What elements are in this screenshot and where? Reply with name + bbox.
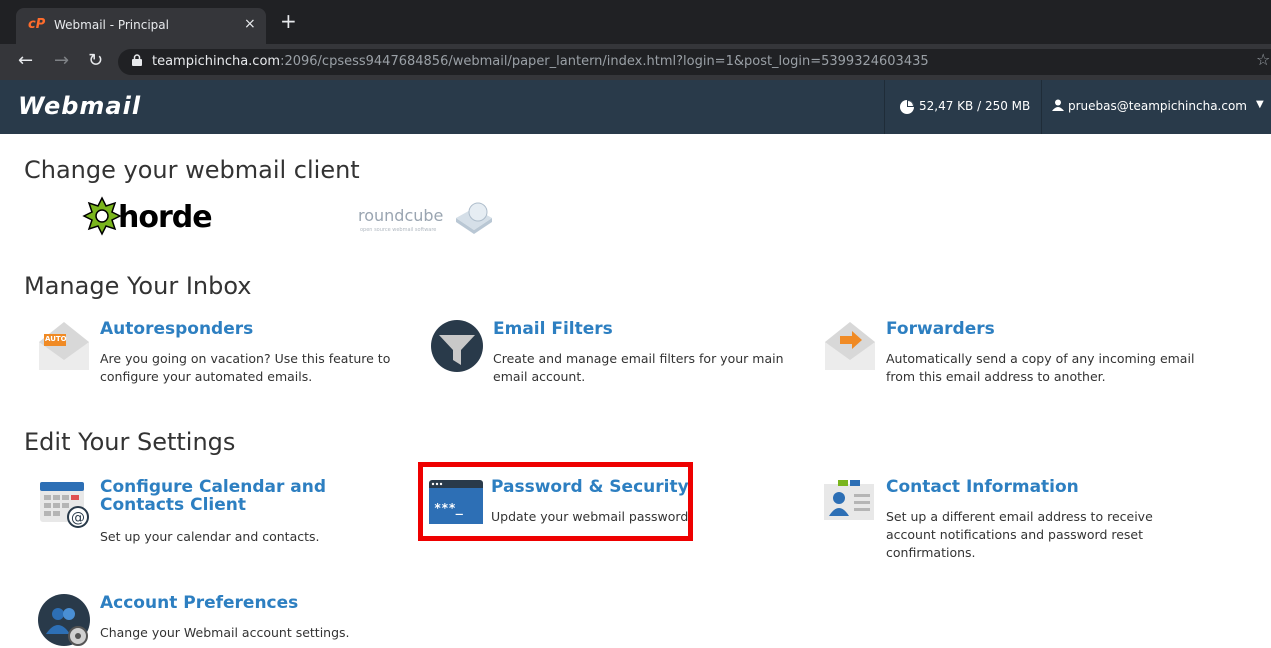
- forward-envelope-icon: [825, 322, 875, 370]
- roundcube-logo-text[interactable]: roundcube: [358, 206, 443, 225]
- section-title-edit-settings: Edit Your Settings: [24, 428, 236, 456]
- user-menu[interactable]: pruebas@teampichincha.com: [1052, 99, 1247, 113]
- auto-badge: AUTO: [45, 335, 67, 343]
- calendar-at-icon: @: [40, 482, 89, 528]
- section-title-change-client: Change your webmail client: [24, 156, 360, 184]
- users-gear-icon: [38, 594, 90, 646]
- webmail-header: Webmail 52,47 KB / 250 MB pruebas@teampi…: [0, 80, 1271, 134]
- autoresponders-link[interactable]: Autoresponders: [100, 320, 253, 338]
- account-preferences-item[interactable]: Account Preferences Change your Webmail …: [38, 594, 418, 648]
- browser-tab-strip: cP Webmail - Principal × +: [0, 0, 1271, 44]
- section-title-manage-inbox: Manage Your Inbox: [24, 272, 252, 300]
- star-icon[interactable]: ☆: [1256, 50, 1270, 69]
- pie-chart-icon: [900, 100, 914, 114]
- chevron-down-icon[interactable]: ▼: [1256, 99, 1264, 110]
- url-text: teampichincha.com:2096/cpsess9447684856/…: [152, 54, 929, 69]
- email-filters-desc: Create and manage email filters for your…: [493, 351, 784, 384]
- browser-tab[interactable]: cP Webmail - Principal ×: [16, 8, 266, 44]
- disk-quota[interactable]: 52,47 KB / 250 MB: [884, 80, 1042, 134]
- tab-close-icon[interactable]: ×: [244, 16, 256, 32]
- address-bar[interactable]: teampichincha.com:2096/cpsess9447684856/…: [118, 49, 1271, 75]
- url-path: :2096/cpsess9447684856/webmail/paper_lan…: [280, 54, 929, 69]
- roundcube-logo-icon[interactable]: [454, 200, 494, 234]
- url-host: teampichincha.com: [152, 54, 281, 69]
- horde-logo-text[interactable]: horde: [118, 200, 213, 235]
- tab-title: Webmail - Principal: [54, 18, 169, 32]
- calendar-contacts-desc: Set up your calendar and contacts.: [100, 529, 320, 544]
- forward-icon[interactable]: →: [54, 50, 69, 71]
- svg-text:@: @: [71, 510, 85, 526]
- contact-information-item[interactable]: Contact Information Set up a different e…: [824, 478, 1224, 568]
- email-filters-link[interactable]: Email Filters: [493, 320, 613, 338]
- autoresponders-desc: Are you going on vacation? Use this feat…: [100, 351, 391, 384]
- new-tab-icon[interactable]: +: [280, 9, 297, 33]
- highlight-box: [418, 462, 693, 541]
- quota-text: 52,47 KB / 250 MB: [919, 99, 1031, 113]
- account-preferences-desc: Change your Webmail account settings.: [100, 625, 350, 640]
- horde-gear-icon: [82, 196, 122, 236]
- lock-icon: [132, 54, 142, 66]
- calendar-contacts-link[interactable]: Configure Calendar and Contacts Client: [100, 478, 350, 514]
- email-filters-item[interactable]: Email Filters Create and manage email fi…: [431, 320, 811, 390]
- webmail-logo[interactable]: Webmail: [18, 92, 141, 120]
- contact-card-icon: [824, 480, 874, 520]
- roundcube-tagline: open source webmail software: [360, 227, 437, 233]
- account-preferences-link[interactable]: Account Preferences: [100, 594, 298, 612]
- funnel-filter-icon: [431, 320, 483, 372]
- calendar-contacts-item[interactable]: @ Configure Calendar and Contacts Client…: [38, 478, 408, 548]
- cpanel-favicon-icon: cP: [28, 17, 46, 32]
- reload-icon[interactable]: ↻: [88, 50, 103, 71]
- autoresponders-item[interactable]: AUTO Autoresponders Are you going on vac…: [38, 320, 418, 390]
- forwarders-desc: Automatically send a copy of any incomin…: [886, 351, 1195, 384]
- autoresponder-envelope-icon: [39, 322, 89, 370]
- browser-toolbar: ← → ↻ teampichincha.com:2096/cpsess94476…: [0, 44, 1271, 80]
- contact-information-desc: Set up a different email address to rece…: [886, 509, 1153, 560]
- back-icon[interactable]: ←: [18, 50, 33, 71]
- forwarders-link[interactable]: Forwarders: [886, 320, 995, 338]
- user-icon: [1052, 99, 1064, 111]
- user-email: pruebas@teampichincha.com: [1068, 99, 1247, 113]
- forwarders-item[interactable]: Forwarders Automatically send a copy of …: [824, 320, 1224, 390]
- contact-information-link[interactable]: Contact Information: [886, 478, 1079, 496]
